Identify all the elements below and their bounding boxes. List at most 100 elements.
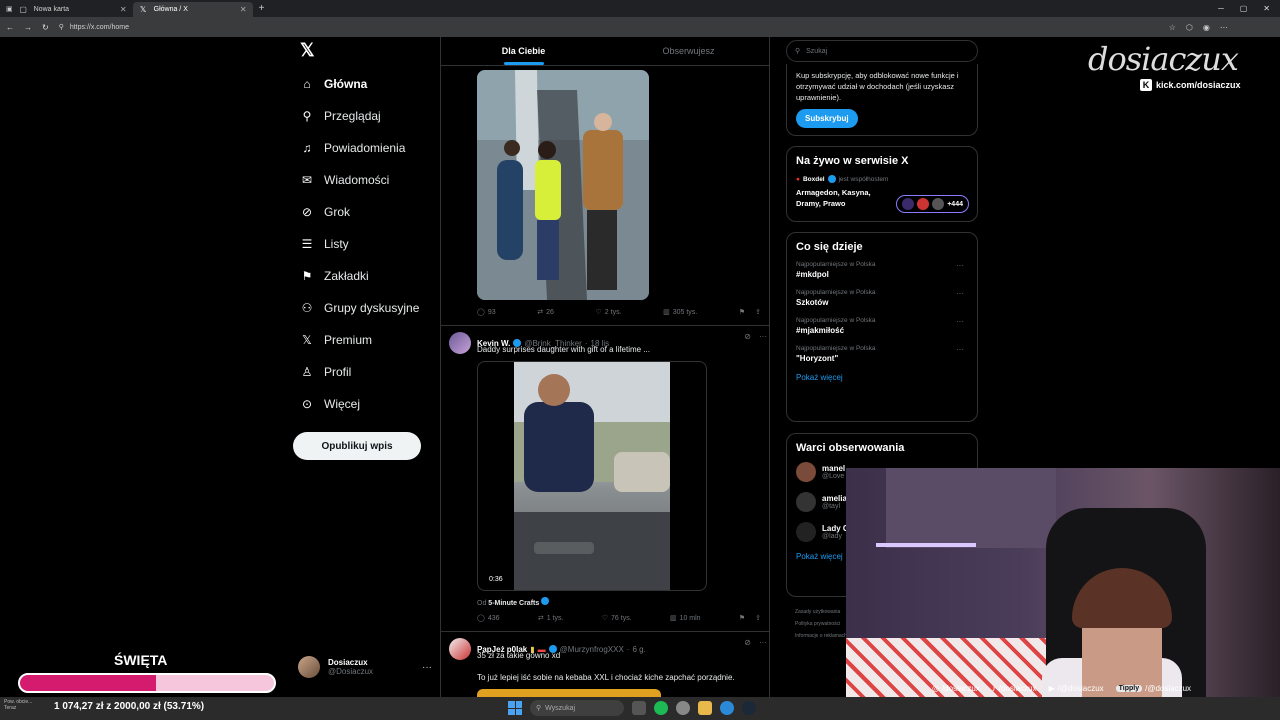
file-explorer-icon[interactable] [698, 701, 712, 715]
trend-item[interactable]: Najpopularniejsze w Polska #mkdpol ··· [796, 261, 968, 279]
maximize-icon[interactable]: ▢ [1240, 4, 1248, 13]
repost-button[interactable]: ⇄ 1 tys. [538, 614, 564, 623]
footer-link[interactable]: Polityka prywatności [795, 618, 847, 630]
address-bar[interactable]: ⚲ https://x.com/home [59, 20, 1159, 34]
nav-item-bookmarks[interactable]: ⚑ Zakładki [296, 260, 436, 292]
reply-button[interactable]: ◯ 93 [477, 308, 496, 317]
post-button[interactable]: Opublikuj wpis [293, 432, 421, 460]
post-media-preview[interactable] [477, 689, 661, 697]
close-tab-icon[interactable]: ✕ [240, 5, 247, 14]
tray-notification[interactable]: Pow. obcie... Teraz [4, 699, 44, 711]
x-sidebar-nav: 𝕏 ⌂ Główna ⚲ Przeglądaj ♫ Powiadomienia … [296, 40, 436, 420]
more-dots-icon[interactable]: ··· [956, 345, 964, 354]
who-to-follow-title: Warci obserwowania [796, 442, 905, 454]
donation-goal-fill [20, 675, 157, 691]
share-icon[interactable]: ⇪ [755, 614, 761, 622]
nav-item-lists[interactable]: ☰ Listy [296, 228, 436, 260]
bookmark-icon[interactable]: ⚑ [739, 308, 745, 316]
tab-following[interactable]: Obserwujesz [606, 37, 769, 65]
social-tipply: Tipply/@dosiaczux [1115, 684, 1191, 693]
trend-item[interactable]: Najpopularniejsze w Polska Szkotów ··· [796, 289, 968, 307]
url-text: https://x.com/home [69, 23, 129, 31]
tab-new[interactable]: ▢ Nowa karta ✕ [13, 2, 133, 17]
avatar[interactable] [449, 332, 471, 354]
toolbar-icons: ☆ ⬡ ◉ ⋯ [1169, 23, 1228, 32]
tab-label: Główna / X [153, 6, 188, 13]
profile-icon[interactable]: ◉ [1203, 23, 1210, 32]
nav-item-explore[interactable]: ⚲ Przeglądaj [296, 100, 436, 132]
windows-start-icon[interactable] [508, 701, 522, 715]
suggestion-name: manel [822, 464, 846, 473]
nav-label: Przeglądaj [324, 109, 381, 123]
reply-button[interactable]: ◯ 436 [477, 614, 500, 623]
more-dots-icon[interactable]: ··· [759, 638, 767, 660]
close-tab-icon[interactable]: ✕ [120, 5, 127, 14]
like-button[interactable]: ♡ 76 tys. [601, 614, 632, 623]
views-button[interactable]: ▥ 10 mln [670, 614, 701, 623]
reload-icon[interactable]: ↻ [42, 23, 49, 32]
nav-item-more[interactable]: ⊙ Więcej [296, 388, 436, 420]
tab-for-you[interactable]: Dla Ciebie [441, 37, 606, 65]
more-dots-icon[interactable]: ··· [956, 317, 964, 326]
steam-icon[interactable] [742, 701, 756, 715]
live-host-row[interactable]: ● Boxdel jest współhostem [796, 175, 968, 183]
trend-name: #mjakmiłość [796, 326, 845, 335]
trend-item[interactable]: Najpopularniejsze w Polska "Horyzont" ··… [796, 345, 968, 363]
post-image-airport[interactable] [477, 70, 649, 300]
search-placeholder: Szukaj [806, 47, 828, 55]
tab-actions-icon[interactable]: ▣ [6, 5, 13, 13]
menu-icon[interactable]: ⋯ [1220, 23, 1228, 32]
taskbar-search[interactable]: ⚲ Wyszukaj [530, 700, 624, 716]
trend-category: Najpopularniejsze w Polska [796, 289, 876, 296]
views-button[interactable]: ▥ 305 tys. [663, 308, 697, 317]
live-listeners-pill[interactable]: +444 [896, 195, 969, 213]
nav-item-messages[interactable]: ✉ Wiadomości [296, 164, 436, 196]
nav-item-grok[interactable]: ⊘ Grok [296, 196, 436, 228]
new-tab-button[interactable]: + [253, 3, 271, 14]
extensions-icon[interactable]: ⬡ [1186, 23, 1193, 32]
source-link[interactable]: 5-Minute Crafts [488, 600, 539, 607]
back-icon[interactable]: ← [6, 23, 14, 32]
more-dots-icon[interactable]: ··· [956, 261, 964, 270]
nav-item-notifications[interactable]: ♫ Powiadomienia [296, 132, 436, 164]
nav-item-communities[interactable]: ⚇ Grupy dyskusyjne [296, 292, 436, 324]
forward-icon[interactable]: → [24, 23, 32, 32]
avatar [796, 462, 816, 482]
minimize-icon[interactable]: ─ [1218, 4, 1224, 13]
footer-link[interactable]: Zasady użytkowania [795, 606, 847, 618]
tab-x-home[interactable]: 𝕏 Główna / X ✕ [132, 2, 253, 17]
task-view-icon[interactable] [632, 701, 646, 715]
spotify-icon[interactable] [654, 701, 668, 715]
more-dots-icon[interactable]: ··· [422, 662, 432, 673]
account-info: Dosiaczux @Dosiaczux [328, 658, 373, 676]
heart-icon: ♡ [601, 615, 609, 622]
bookmark-icon[interactable]: ⚑ [739, 614, 745, 622]
x-logo-icon[interactable]: 𝕏 [300, 40, 322, 62]
star-icon[interactable]: ☆ [1169, 23, 1176, 32]
nav-item-home[interactable]: ⌂ Główna [296, 68, 436, 100]
nav-item-premium[interactable]: 𝕏 Premium [296, 324, 436, 356]
show-more-trends-link[interactable]: Pokaż więcej [796, 373, 968, 382]
edge-icon[interactable] [720, 701, 734, 715]
live-topic[interactable]: Armagedon, Kasyna, Dramy, Prawo [796, 187, 896, 209]
obs-icon[interactable] [676, 701, 690, 715]
account-switcher[interactable]: Dosiaczux @Dosiaczux ··· [298, 656, 432, 678]
trend-item[interactable]: Najpopularniejsze w Polska #mjakmiłość ·… [796, 317, 968, 335]
more-circle-icon: ⊙ [301, 397, 313, 411]
site-info-icon[interactable]: ⚲ [59, 23, 64, 31]
more-dots-icon[interactable]: ··· [759, 332, 767, 354]
footer-link[interactable]: Informacje o reklamach [795, 630, 847, 642]
avatar[interactable] [449, 638, 471, 660]
subscribe-text: Kup subskrypcję, aby odblokować nowe fun… [796, 71, 959, 102]
like-button[interactable]: ♡ 2 tys. [596, 308, 622, 317]
more-dots-icon[interactable]: ··· [956, 289, 964, 298]
screen: ▣ ▢ Nowa karta ✕ 𝕏 Główna / X ✕ + ─ ▢ ✕ … [0, 0, 1280, 720]
share-icon[interactable]: ⇪ [755, 308, 761, 316]
subscribe-button[interactable]: Subskrybuj [796, 109, 858, 128]
post-video[interactable]: 0:36 [477, 361, 707, 591]
nav-item-profile[interactable]: ♙ Profil [296, 356, 436, 388]
search-input[interactable]: ⚲ Szukaj [786, 40, 978, 62]
close-window-icon[interactable]: ✕ [1263, 4, 1270, 13]
post-actions: ◯ 436 ⇄ 1 tys. ♡ 76 tys. ▥ 10 mln ⚑ ⇪ [477, 614, 761, 623]
repost-button[interactable]: ⇄ 26 [537, 308, 554, 317]
